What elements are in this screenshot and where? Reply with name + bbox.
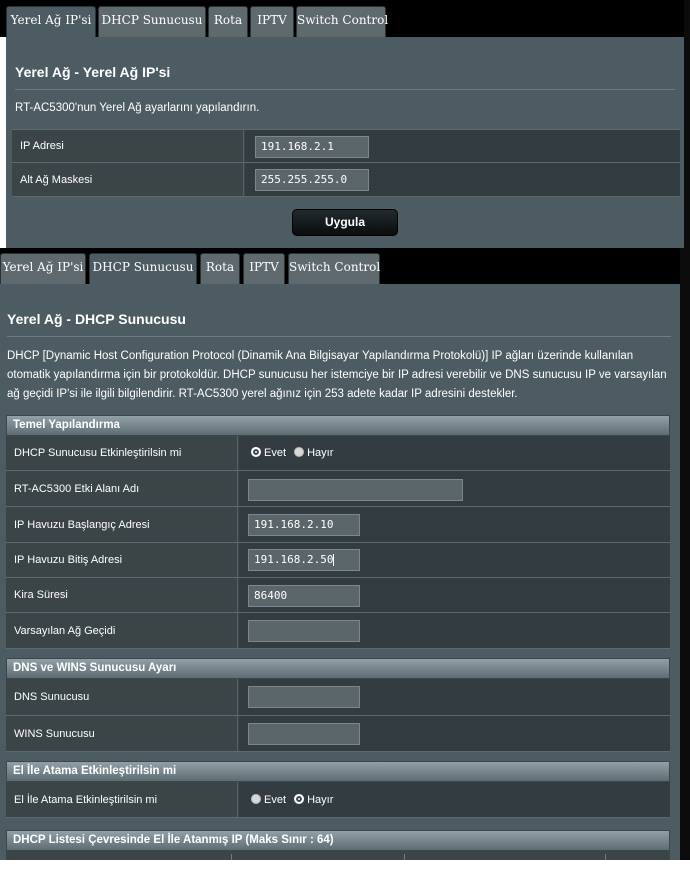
tab-iptv[interactable]: IPTV (250, 6, 294, 37)
basic-config-header: Temel Yapılandırma (6, 415, 670, 436)
subnet-mask-row: Alt Ağ Maskesi 255.255.255.0 (12, 163, 680, 197)
manual-ip-list-header: DHCP Listesi Çevresinde El İle Atanmış I… (6, 830, 670, 851)
right-border (680, 248, 690, 884)
tab-route[interactable]: Rota (200, 253, 240, 284)
description-line: otomatik yapılandırma için bir protokold… (7, 369, 667, 381)
tab-label: Yerel Ağ IP'si (10, 13, 92, 27)
tab-label: Rota (205, 260, 235, 274)
tab-label: Yerel Ağ IP'si (2, 260, 84, 274)
dhcp-enable-radio-group: Evet Hayır (251, 447, 338, 459)
domain-name-cell (239, 471, 670, 506)
domain-name-row: RT-AC5300 Etki Alanı Adı (6, 471, 670, 507)
wins-server-label: WINS Sunucusu (6, 716, 238, 751)
wins-server-row: WINS Sunucusu (6, 716, 670, 752)
lease-time-label: Kira Süresi (6, 578, 238, 612)
manual-assignment-label: El İle Atama Etkinleştirilsin mi (6, 782, 238, 817)
apply-button[interactable]: Uygula (292, 209, 398, 236)
manual-assignment-no-radio[interactable] (294, 793, 305, 804)
wins-server-input[interactable] (248, 723, 360, 745)
bottom-edge (0, 860, 690, 884)
dns-server-cell (239, 679, 670, 715)
tab-lan-ip[interactable]: Yerel Ağ IP'si (0, 253, 86, 284)
tab-label: Switch Control (289, 260, 381, 274)
lan-page-title: Yerel Ağ - Yerel Ağ IP'si (15, 64, 171, 80)
tab-dhcp-server[interactable]: DHCP Sunucusu (98, 6, 206, 37)
manual-assignment-row: El İle Atama Etkinleştirilsin mi Evet Ha… (6, 782, 670, 818)
dhcp-enable-row: DHCP Sunucusu Etkinleştirilsin mi Evet H… (6, 436, 670, 471)
pool-end-input[interactable]: 191.168.2.50 (248, 549, 360, 571)
default-gateway-row: Varsayılan Ağ Geçidi (6, 613, 670, 649)
dhcp-title-divider (7, 336, 671, 337)
dhcp-enable-yes-radio[interactable] (251, 447, 261, 458)
tab-label: DHCP Sunucusu (101, 13, 203, 27)
dns-server-row: DNS Sunucusu (6, 679, 670, 716)
pool-start-label: IP Havuzu Başlangıç Adresi (6, 507, 238, 542)
subnet-mask-label: Alt Ağ Maskesi (12, 163, 244, 196)
manual-assignment-yes-radio[interactable] (251, 793, 261, 804)
tab-label: IPTV (257, 13, 287, 27)
domain-name-label: RT-AC5300 Etki Alanı Adı (6, 471, 238, 506)
description-line: ağ geçidi IP'si ile ilgili bilgilendirir… (7, 388, 518, 400)
tab-label: Switch Control (297, 13, 389, 27)
dns-server-input[interactable] (248, 686, 360, 708)
ip-address-row: IP Adresi 191.168.2.1 (12, 129, 680, 163)
tab-dhcp-server[interactable]: DHCP Sunucusu (89, 253, 197, 284)
tab-switch-control[interactable]: Switch Control (288, 253, 380, 284)
default-gateway-label: Varsayılan Ağ Geçidi (6, 613, 238, 648)
right-border (684, 0, 690, 248)
lease-time-input[interactable]: 86400 (248, 585, 360, 607)
lan-description: RT-AC5300'nun Yerel Ağ ayarlarını yapıla… (15, 102, 260, 114)
no-label: Hayır (307, 447, 334, 460)
tab-switch-control[interactable]: Switch Control (296, 6, 389, 37)
yes-label: Evet (264, 793, 287, 806)
default-gateway-input[interactable] (248, 620, 360, 642)
ip-address-cell: 191.168.2.1 (245, 130, 680, 162)
manual-assignment-radio-group: Evet Hayır (251, 793, 338, 806)
dhcp-enable-label: DHCP Sunucusu Etkinleştirilsin mi (6, 436, 238, 470)
ip-address-label: IP Adresi (12, 130, 244, 162)
dhcp-enable-no-radio[interactable] (294, 447, 305, 458)
pool-end-label: IP Havuzu Bitiş Adresi (6, 543, 238, 577)
wins-server-cell (239, 716, 670, 751)
default-gateway-cell (239, 613, 670, 648)
tab-iptv[interactable]: IPTV (243, 253, 285, 284)
dns-server-label: DNS Sunucusu (6, 679, 238, 715)
dhcp-description: DHCP [Dynamic Host Configuration Protoco… (7, 347, 677, 404)
dhcp-enable-cell: Evet Hayır (239, 436, 670, 470)
description-line: DHCP [Dynamic Host Configuration Protoco… (7, 350, 634, 362)
domain-name-input[interactable] (248, 479, 463, 501)
tab-label: Rota (213, 13, 243, 27)
subnet-mask-cell: 255.255.255.0 (245, 163, 680, 196)
dns-wins-header: DNS ve WINS Sunucusu Ayarı (6, 658, 670, 679)
text-caret (333, 554, 335, 566)
dhcp-page-title: Yerel Ağ - DHCP Sunucusu (7, 311, 186, 327)
tab-label: DHCP Sunucusu (92, 260, 194, 274)
pool-start-row: IP Havuzu Başlangıç Adresi 191.168.2.10 (6, 507, 670, 543)
pool-end-row: IP Havuzu Bitiş Adresi 191.168.2.50 (6, 543, 670, 578)
tab-label: IPTV (249, 260, 279, 274)
lease-time-row: Kira Süresi 86400 (6, 578, 670, 613)
yes-label: Evet (264, 447, 287, 460)
no-label: Hayır (307, 793, 334, 806)
tab-lan-ip[interactable]: Yerel Ağ IP'si (6, 6, 96, 37)
tab-route[interactable]: Rota (208, 6, 248, 37)
lease-time-cell: 86400 (239, 578, 670, 612)
pool-start-cell: 191.168.2.10 (239, 507, 670, 542)
ip-address-input[interactable]: 191.168.2.1 (255, 136, 369, 158)
manual-assignment-header: El İle Atama Etkinleştirilsin mi (6, 761, 670, 782)
manual-assignment-cell: Evet Hayır (239, 782, 670, 817)
subnet-mask-input[interactable]: 255.255.255.0 (255, 169, 369, 191)
pool-start-input[interactable]: 191.168.2.10 (248, 514, 360, 536)
lan-title-divider (15, 89, 675, 90)
pool-end-cell: 191.168.2.50 (239, 543, 670, 577)
